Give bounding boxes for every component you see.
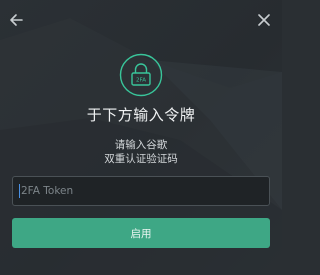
back-button[interactable]	[6, 10, 26, 30]
enable-button[interactable]: 启用	[12, 218, 270, 248]
text-caret	[19, 184, 20, 198]
lock-badge: 2FA	[119, 53, 163, 97]
lock-icon: 2FA	[119, 53, 163, 97]
close-button[interactable]	[254, 10, 274, 30]
arrow-left-icon	[10, 14, 23, 26]
subtitle-line-1: 请输入谷歌	[114, 139, 168, 151]
page-title: 于下方输入令牌	[86, 106, 196, 124]
two-factor-screen: 2FA 于下方输入令牌 请输入谷歌 双重认证验证码 启用	[0, 0, 282, 275]
token-input[interactable]	[12, 176, 270, 206]
close-icon	[258, 14, 270, 26]
subtitle-line-2: 双重认证验证码	[104, 153, 178, 165]
lock-badge-label: 2FA	[136, 78, 146, 84]
